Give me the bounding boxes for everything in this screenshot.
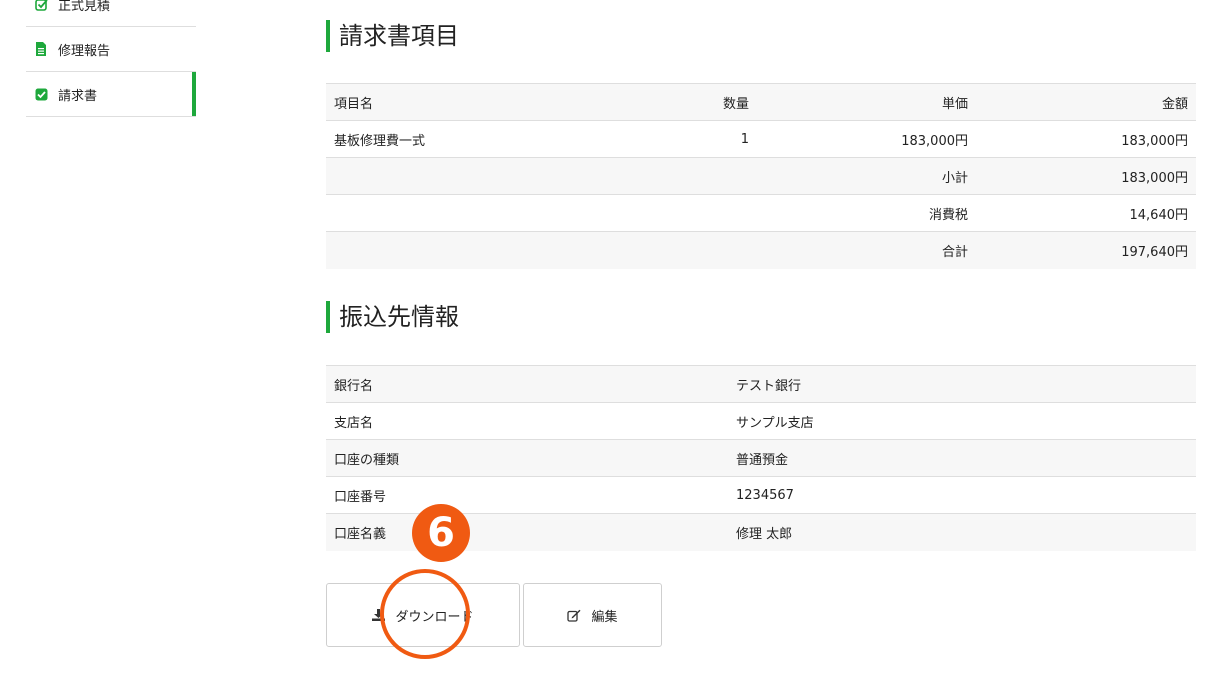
edit-icon <box>567 609 581 622</box>
table-row: 口座の種類 普通預金 <box>326 439 1196 477</box>
column-header-name: 項目名 <box>334 96 374 112</box>
bank-label: 口座名義 <box>334 526 387 542</box>
bank-value: サンプル支店 <box>736 415 814 431</box>
check-square-icon <box>34 0 48 11</box>
step-number-badge: 6 <box>412 504 470 562</box>
sidebar-item-label: 修理報告 <box>58 43 111 59</box>
invoice-items-table: 項目名 数量 単価 金額 基板修理費一式 1 183,000円 183,000円… <box>326 83 1196 269</box>
section-title: 請求書項目 <box>326 20 1196 52</box>
tax-row: 消費税 14,640円 <box>326 194 1196 232</box>
subtotal-row: 小計 183,000円 <box>326 157 1196 195</box>
sidebar-item-invoice[interactable]: 請求書 <box>26 72 196 117</box>
bank-label: 口座番号 <box>334 489 387 505</box>
item-amount: 183,000円 <box>1121 133 1188 149</box>
section-title: 振込先情報 <box>326 301 1196 333</box>
sidebar-item-label: 正式見積 <box>58 0 111 14</box>
column-header-qty: 数量 <box>722 96 749 112</box>
subtotal-value: 183,000円 <box>1121 170 1188 186</box>
table-row: 支店名 サンプル支店 <box>326 402 1196 440</box>
sidebar-item-repair-report[interactable]: 修理報告 <box>26 27 196 72</box>
column-header-amount: 金額 <box>1161 96 1188 112</box>
annotation-ring <box>380 569 470 659</box>
total-label: 合計 <box>941 244 968 260</box>
file-icon <box>34 42 48 56</box>
bank-value: テスト銀行 <box>736 378 802 394</box>
total-row: 合計 197,640円 <box>326 231 1196 269</box>
table-header-row: 項目名 数量 単価 金額 <box>326 83 1196 121</box>
item-unit-price: 183,000円 <box>901 133 968 149</box>
table-row: 基板修理費一式 1 183,000円 183,000円 <box>326 120 1196 158</box>
subtotal-label: 小計 <box>941 170 968 186</box>
tax-label: 消費税 <box>928 207 968 223</box>
invoice-items-section: 請求書項目 項目名 数量 単価 金額 基板修理費一式 1 183,000円 18… <box>326 20 1196 269</box>
total-value: 197,640円 <box>1121 244 1188 260</box>
item-name: 基板修理費一式 <box>334 133 426 149</box>
item-qty: 1 <box>740 131 749 147</box>
bank-label: 銀行名 <box>334 378 374 394</box>
sidebar: 正式見積 修理報告 請求書 <box>26 0 196 117</box>
edit-button[interactable]: 編集 <box>523 583 662 647</box>
sidebar-item-label: 請求書 <box>58 88 98 104</box>
bank-label: 支店名 <box>334 415 374 431</box>
bank-value: 修理 太郎 <box>736 526 793 542</box>
bank-label: 口座の種類 <box>334 452 400 468</box>
checked-box-icon <box>34 87 48 101</box>
sidebar-item-formal-estimate[interactable]: 正式見積 <box>26 0 196 27</box>
tax-value: 14,640円 <box>1129 207 1189 223</box>
table-row: 銀行名 テスト銀行 <box>326 365 1196 403</box>
edit-label: 編集 <box>591 609 618 625</box>
bank-value: 普通預金 <box>736 452 789 468</box>
bank-value: 1234567 <box>736 487 794 503</box>
column-header-unit-price: 単価 <box>941 96 968 112</box>
